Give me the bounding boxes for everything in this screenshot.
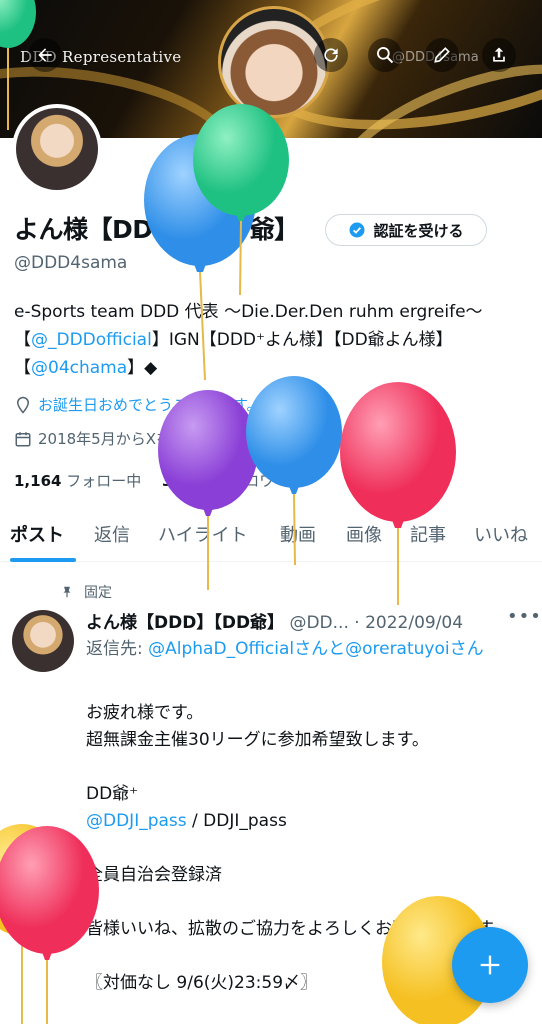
share-icon	[493, 47, 505, 62]
joined-text: 2018年5月からXを利用しています	[38, 430, 276, 448]
edit-button[interactable]	[425, 38, 459, 72]
search-button[interactable]	[368, 38, 402, 72]
tab-images[interactable]: 画像	[346, 521, 382, 547]
reply-prefix: 返信先:	[86, 639, 149, 659]
banner-character-art	[218, 6, 330, 118]
reply-suffix: さん	[449, 639, 484, 659]
profile-avatar[interactable]	[12, 104, 102, 194]
verified-badge-icon	[349, 222, 365, 238]
get-verified-button[interactable]: 認証を受ける	[325, 214, 487, 246]
get-verified-label: 認証を受ける	[373, 221, 464, 240]
post-author-name[interactable]: よん様【DDD】【DD爺】	[86, 613, 284, 633]
edit-icon	[434, 47, 450, 63]
compose-button[interactable]	[452, 927, 528, 1003]
balloon-yellow-bottomleft	[0, 824, 68, 1024]
bio-mention-04chama[interactable]: @04chama	[31, 358, 127, 378]
tab-videos[interactable]: 動画	[280, 521, 316, 547]
post-handle-date: @DD... · 2022/09/04	[289, 613, 464, 633]
refresh-button[interactable]	[314, 38, 348, 72]
following-count: 1,164	[14, 472, 62, 490]
followers-count: 3,861	[162, 472, 210, 490]
pinned-label: 固定	[84, 585, 112, 601]
tab-replies[interactable]: 返信	[94, 521, 130, 547]
active-tab-indicator	[10, 558, 76, 562]
tab-likes[interactable]: いいね	[474, 521, 528, 547]
back-arrow-icon	[38, 48, 52, 62]
tab-posts[interactable]: ポスト	[10, 521, 64, 547]
reply-mention-alphad[interactable]: @AlphaD_Official	[148, 639, 294, 659]
search-icon	[377, 47, 394, 64]
location-pin-icon	[16, 396, 30, 414]
reply-mid: さんと	[294, 639, 346, 659]
balloon-pink-bottomleft	[0, 826, 99, 1024]
pin-icon	[63, 586, 71, 598]
back-button[interactable]	[28, 38, 62, 72]
avatar-image	[16, 108, 98, 190]
share-button[interactable]	[482, 38, 516, 72]
pinned-indicator: 固定	[60, 582, 112, 602]
profile-bio: e-Sports team DDD 代表 〜Die.Der.Den ruhm e…	[14, 298, 526, 382]
tab-articles[interactable]: 記事	[410, 521, 446, 547]
followers-label: フォロワー	[214, 472, 290, 490]
refresh-icon	[324, 48, 338, 62]
post-mention-ddji[interactable]: @DDJI_pass	[86, 811, 187, 831]
post-body-text-1: お疲れ様です。 超無課金主催30リーグに参加希望致します。 DD爺⁺	[86, 703, 429, 804]
reply-to: 返信先: @AlphaD_Officialさんと@oreratuyoiさん	[86, 636, 526, 662]
plus-icon	[480, 955, 500, 975]
following-label: フォロー中	[66, 472, 142, 490]
profile-handle: @DDD4sama	[14, 253, 128, 273]
profile-tabs: ポスト 返信 ハイライト 動画 画像 記事 いいね	[0, 515, 542, 562]
birthday-text: お誕生日おめでとうございます。	[38, 396, 262, 414]
calendar-icon	[15, 431, 31, 446]
balloon-pink-right	[340, 382, 456, 605]
post-header: よん様【DDD】【DD爺】 @DD... · 2022/09/04	[86, 608, 463, 633]
more-icon[interactable]: •••	[507, 606, 542, 627]
following-link[interactable]: 1,164 フォロー中	[14, 472, 141, 490]
bio-text-3: 】◆	[127, 358, 158, 378]
tab-highlights[interactable]: ハイライト	[158, 521, 248, 547]
profile-name: よん様【DDD】【DD爺】	[14, 215, 299, 244]
birthday-row: お誕生日おめでとうございます。	[14, 394, 262, 415]
followers-link[interactable]: 3,861 フォロワー	[162, 472, 289, 490]
post-author-avatar[interactable]	[12, 610, 74, 672]
bio-mention-dddofficial[interactable]: @_DDDofficial	[31, 330, 152, 350]
follow-stats: 1,164 フォロー中 3,861 フォロワー	[14, 470, 289, 491]
reply-mention-oreratuyoi[interactable]: @oreratuyoi	[345, 639, 450, 659]
joined-row: 2018年5月からXを利用しています ›	[14, 428, 292, 449]
post-body-text-2: / DDJI_pass 全員自治会登録済 皆様いいね、拡散のご協力をよろしくお願…	[86, 811, 510, 993]
